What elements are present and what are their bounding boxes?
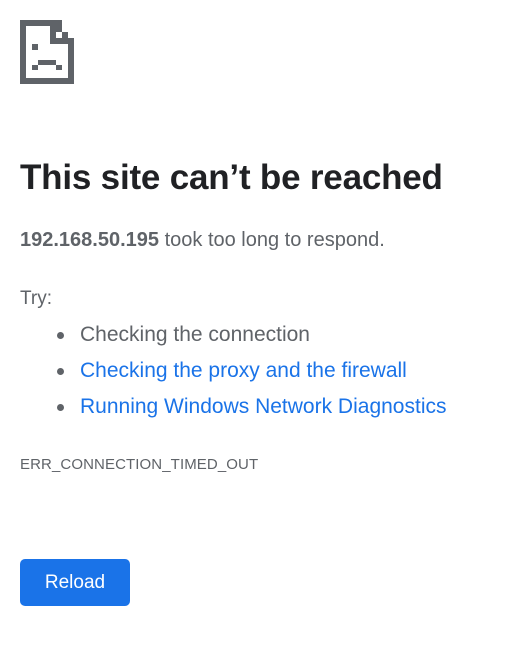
summary-message: took too long to respond. (159, 229, 385, 251)
suggestion-network-diagnostics-link[interactable]: Running Windows Network Diagnostics (80, 395, 447, 418)
list-item: Running Windows Network Diagnostics (20, 392, 447, 428)
error-summary: 192.168.50.195 took too long to respond. (20, 229, 385, 252)
list-item: Checking the connection (20, 320, 447, 356)
reload-button[interactable]: Reload (20, 559, 130, 606)
page-title: This site can’t be reached (20, 158, 443, 197)
suggestions-list: Checking the connection Checking the pro… (20, 320, 447, 428)
suggestion-proxy-firewall-link[interactable]: Checking the proxy and the firewall (80, 359, 407, 382)
suggestion-check-connection: Checking the connection (80, 323, 310, 346)
error-code: ERR_CONNECTION_TIMED_OUT (20, 456, 259, 473)
list-item: Checking the proxy and the firewall (20, 356, 447, 392)
host-address: 192.168.50.195 (20, 229, 160, 251)
sad-page-icon (20, 20, 74, 84)
try-label: Try: (20, 288, 53, 309)
